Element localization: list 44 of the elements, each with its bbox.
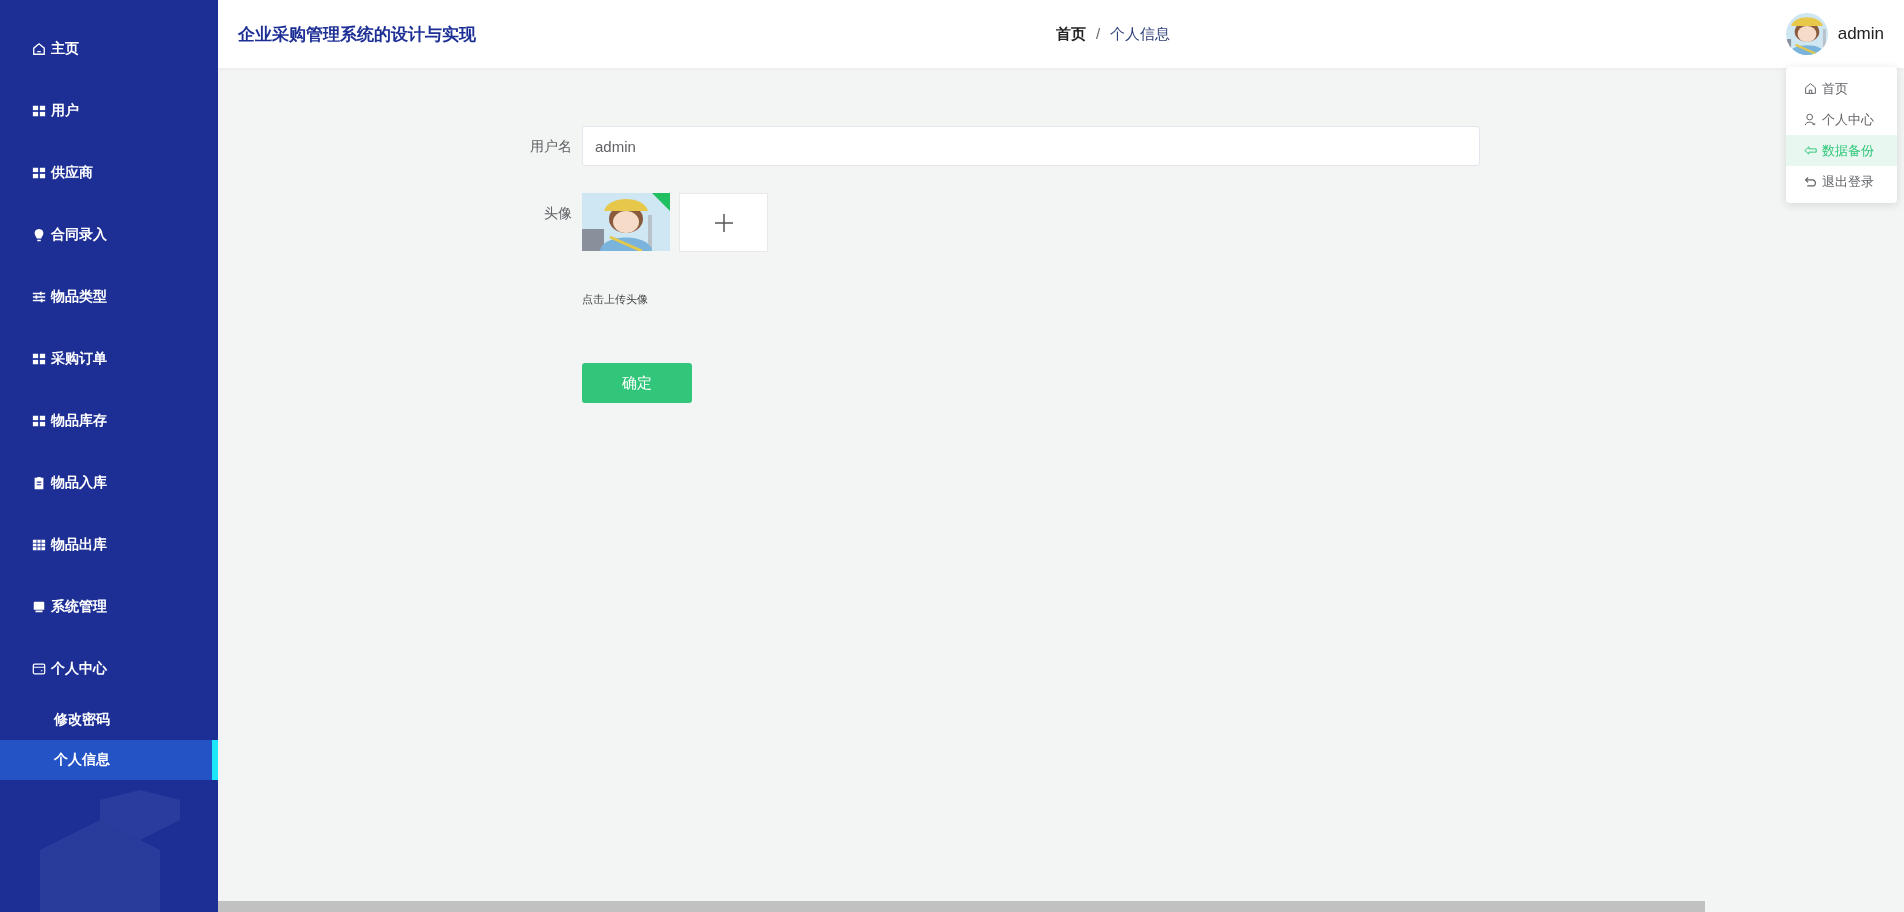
field-label: 用户名 <box>529 137 573 156</box>
grid-icon <box>32 414 46 428</box>
breadcrumb-link[interactable]: 个人信息 <box>1110 24 1171 44</box>
user-icon <box>1804 113 1817 126</box>
field-label: 头像 <box>543 204 573 223</box>
sidebar-item[interactable]: 系统管理 <box>0 576 218 638</box>
plus-icon <box>713 212 734 233</box>
username[interactable]: admin <box>1837 24 1884 44</box>
sliders-icon <box>32 290 46 304</box>
clipboard-icon <box>32 476 46 490</box>
breadcrumb-separator: / <box>1096 24 1101 44</box>
breadcrumb-link[interactable]: 首页 <box>1056 24 1086 44</box>
username-field[interactable]: admin <box>582 126 1480 166</box>
grid-icon <box>32 166 46 180</box>
sidebar-item[interactable]: 物品入库 <box>0 452 218 514</box>
arrow-left-icon <box>1804 144 1817 157</box>
scrollbar[interactable] <box>218 901 1705 912</box>
drawer-icon <box>32 600 46 614</box>
menu-item[interactable]: 退出登录 <box>1786 166 1897 197</box>
sidebar-item[interactable]: 供应商 <box>0 142 218 204</box>
sidebar-item[interactable]: 物品类型 <box>0 266 218 328</box>
grid-icon <box>32 352 46 366</box>
submenu-item[interactable]: 个人信息 <box>0 740 218 780</box>
menu-item[interactable]: 个人中心 <box>1786 104 1897 135</box>
sidebar-item[interactable]: 个人中心 <box>0 638 218 700</box>
upload-button[interactable] <box>679 193 768 252</box>
home-icon <box>1804 82 1817 95</box>
grid-icon <box>32 104 46 118</box>
return-arrow-icon <box>1804 175 1817 188</box>
sidebar-item[interactable]: 用户 <box>0 80 218 142</box>
menu-item[interactable]: 首页 <box>1786 73 1897 104</box>
sidebar-item[interactable]: 物品库存 <box>0 390 218 452</box>
table-icon <box>32 538 46 552</box>
sidebar-item[interactable]: 主页 <box>0 18 218 80</box>
active-indicator <box>212 740 218 780</box>
upload-hint: 点击上传头像 <box>582 292 649 307</box>
home-icon <box>32 42 46 56</box>
sidebar-item[interactable]: 合同录入 <box>0 204 218 266</box>
wallet-icon <box>32 662 46 676</box>
app-title: 企业采购管理系统的设计与实现 <box>238 23 477 46</box>
sidebar-item[interactable]: 物品出库 <box>0 514 218 576</box>
submenu-item[interactable]: 修改密码 <box>0 700 218 740</box>
lightbulb-icon <box>32 228 46 242</box>
sidebar-item[interactable]: 采购订单 <box>0 328 218 390</box>
